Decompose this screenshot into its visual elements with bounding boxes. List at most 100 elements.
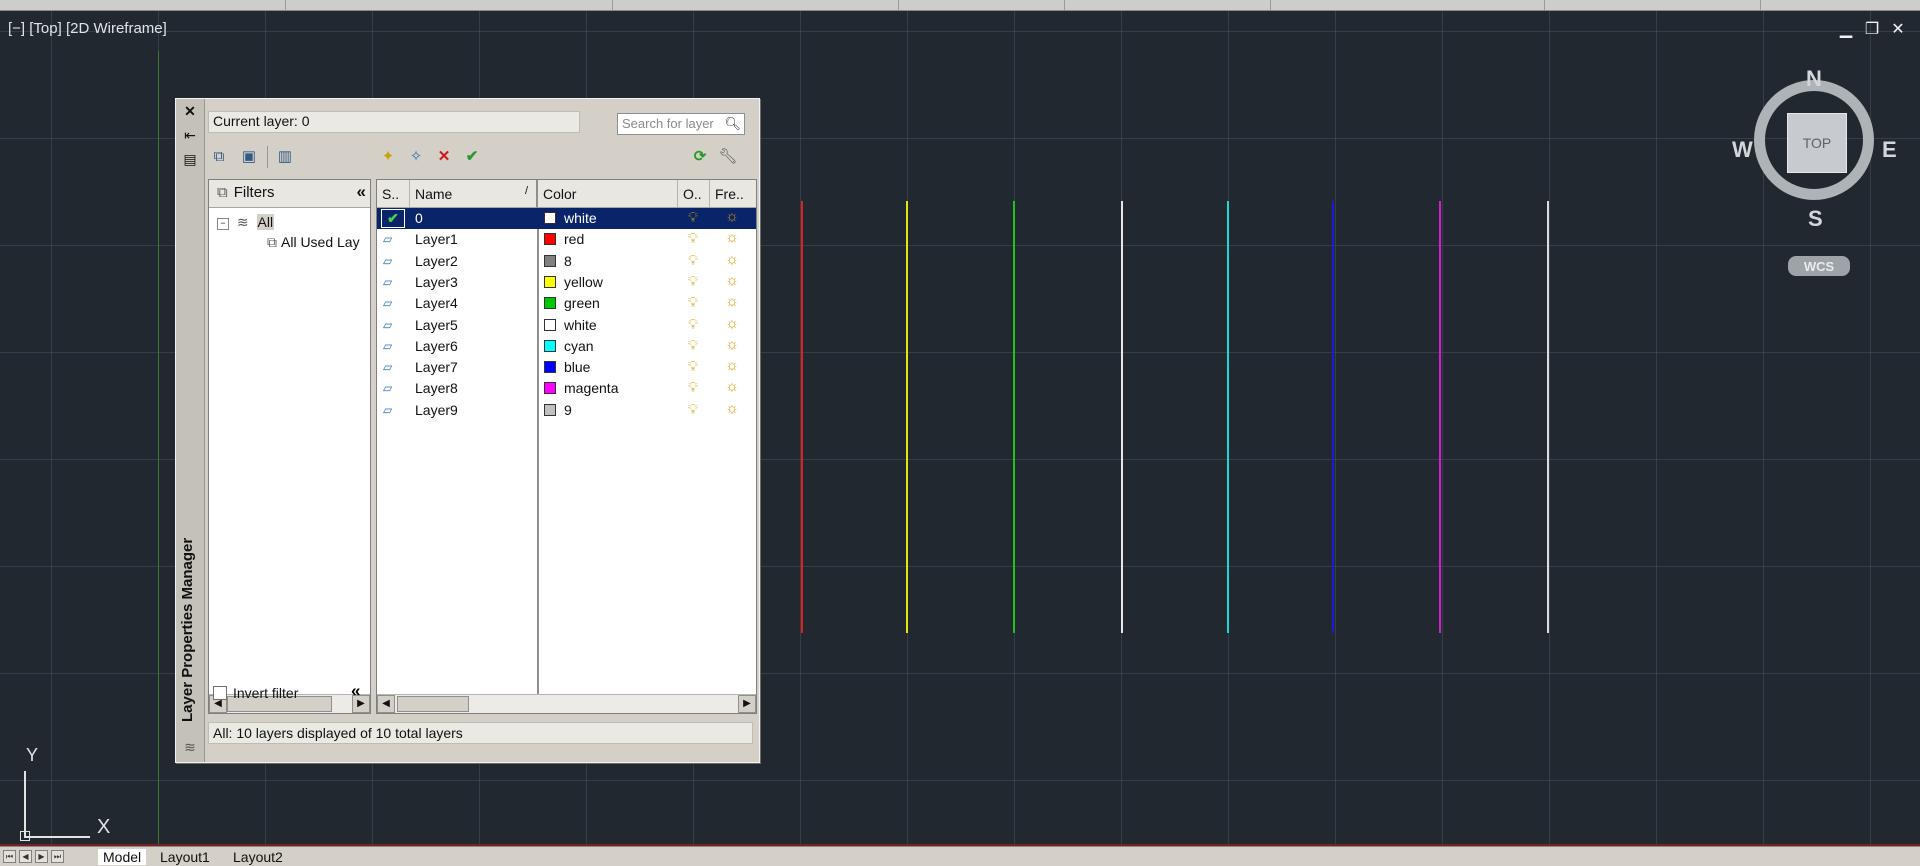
layer-name[interactable]: Layer4 — [415, 295, 458, 311]
sun-icon[interactable]: ☼ — [723, 293, 741, 310]
layer-color-name[interactable]: blue — [564, 359, 590, 375]
color-swatch[interactable] — [544, 382, 556, 395]
lightbulb-icon[interactable]: 💡︎ — [685, 273, 701, 290]
sun-icon[interactable]: ☼ — [723, 400, 741, 417]
layer-color-name[interactable]: magenta — [564, 380, 618, 396]
sun-icon[interactable]: ☼ — [723, 357, 741, 374]
layer-name[interactable]: Layer7 — [415, 359, 458, 375]
layer-status-icon[interactable]: ▱ — [383, 233, 401, 245]
layer-row[interactable]: ▱ Layer6 cyan 💡︎ ☼ — [377, 336, 756, 357]
layer-row[interactable]: ▱ Layer4 green 💡︎ ☼ — [377, 293, 756, 314]
layer-row[interactable]: ▱ Layer3 yellow 💡︎ ☼ — [377, 272, 756, 293]
column-color[interactable]: Color — [538, 180, 678, 208]
layer-name[interactable]: Layer9 — [415, 402, 458, 418]
layer-status-icon[interactable]: ▱ — [383, 361, 401, 373]
set-current-icon[interactable]: ✔ — [461, 146, 483, 168]
layer-name[interactable]: Layer8 — [415, 380, 458, 396]
layer-row[interactable]: ▱ Layer8 magenta 💡︎ ☼ — [377, 378, 756, 399]
layer-row[interactable]: ✔ 0 white 💡︎ ☼ — [377, 208, 756, 229]
autohide-icon[interactable]: ⇤ — [182, 127, 198, 143]
viewcube[interactable]: TOP N S E W — [1732, 66, 1900, 231]
color-swatch[interactable] — [544, 318, 556, 331]
layer-row[interactable]: ▱ Layer1 red 💡︎ ☼ — [377, 229, 756, 250]
layer-color-name[interactable]: cyan — [564, 338, 594, 354]
restore-icon[interactable]: ❐ — [1864, 19, 1880, 39]
column-name[interactable]: Name / — [410, 180, 538, 208]
layer-name[interactable]: Layer3 — [415, 274, 458, 290]
layer-color-name[interactable]: 8 — [564, 253, 572, 269]
color-swatch[interactable] — [544, 339, 556, 352]
layer-status-icon[interactable]: ▱ — [383, 297, 401, 309]
color-swatch[interactable] — [544, 297, 556, 310]
first-tab-icon[interactable]: ⏮ — [3, 850, 16, 863]
scroll-thumb[interactable] — [397, 696, 469, 712]
layer-name[interactable]: 0 — [415, 210, 423, 226]
layer-list-pane[interactable]: S.. Name / Color O.. Fre.. ✔ 0 white 💡︎ ☼ ▱ La… — [376, 179, 757, 714]
lightbulb-icon[interactable]: 💡︎ — [685, 401, 701, 418]
column-status[interactable]: S.. — [377, 180, 410, 208]
drawing-line[interactable] — [1121, 201, 1123, 633]
new-property-filter-icon[interactable]: ⧉ — [208, 146, 230, 168]
minimize-icon[interactable]: ▁ — [1838, 19, 1854, 39]
color-swatch[interactable] — [544, 275, 556, 288]
layer-status-icon[interactable]: ▱ — [383, 382, 401, 394]
settings-wrench-icon[interactable]: 🔧︎ — [717, 146, 739, 168]
properties-menu-icon[interactable]: ▤ — [182, 151, 198, 167]
drawing-line[interactable] — [906, 201, 908, 633]
color-swatch[interactable] — [544, 254, 556, 267]
tree-node-all-used[interactable]: ⧉ All Used Lay — [267, 234, 360, 251]
layer-row[interactable]: ▱ Layer7 blue 💡︎ ☼ — [377, 357, 756, 378]
sun-icon[interactable]: ☼ — [723, 208, 741, 225]
next-tab-icon[interactable]: ▶ — [35, 850, 48, 863]
tab-layout1[interactable]: Layout1 — [160, 849, 210, 865]
layer-list-scrollbar[interactable]: ◀ ▶ — [377, 694, 756, 713]
palette-titlebar[interactable]: ✕ ⇤ ▤ Layer Properties Manager ≋ — [176, 99, 205, 762]
drawing-line[interactable] — [801, 201, 803, 633]
sun-icon[interactable]: ☼ — [723, 229, 741, 246]
new-layer-vp-frozen-icon[interactable]: ✧ — [405, 146, 427, 168]
layer-states-manager-icon[interactable]: ▥ — [274, 146, 296, 168]
drawing-line[interactable] — [1332, 201, 1334, 633]
compass-north[interactable]: N — [1806, 66, 1822, 92]
drawing-line[interactable] — [1547, 201, 1549, 633]
layer-name[interactable]: Layer2 — [415, 253, 458, 269]
layer-status-icon[interactable]: ▱ — [383, 255, 401, 267]
compass-east[interactable]: E — [1882, 137, 1897, 163]
color-swatch[interactable] — [544, 361, 556, 374]
layer-color-name[interactable]: white — [564, 317, 597, 333]
layer-status-icon[interactable]: ▱ — [383, 340, 401, 352]
layer-row[interactable]: ▱ Layer5 white 💡︎ ☼ — [377, 315, 756, 336]
prev-tab-icon[interactable]: ◀ — [19, 850, 32, 863]
invert-filter-checkbox[interactable] — [213, 686, 227, 700]
scroll-left-icon[interactable]: ◀ — [377, 695, 395, 713]
layer-name[interactable]: Layer6 — [415, 338, 458, 354]
layer-status-icon[interactable]: ▱ — [383, 404, 401, 416]
sun-icon[interactable]: ☼ — [723, 378, 741, 395]
compass-south[interactable]: S — [1808, 206, 1823, 232]
layer-color-name[interactable]: white — [564, 210, 597, 226]
new-layer-icon[interactable]: ✦ — [377, 146, 399, 168]
lightbulb-icon[interactable]: 💡︎ — [685, 358, 701, 375]
collapse-filters-bottom-icon[interactable]: « — [351, 681, 360, 701]
new-group-filter-icon[interactable]: ▣ — [238, 146, 260, 168]
current-layer-check-icon[interactable]: ✔ — [381, 209, 405, 228]
lightbulb-icon[interactable]: 💡︎ — [685, 252, 701, 269]
search-layer-input[interactable]: Search for layer 🔍︎ — [617, 113, 745, 135]
refresh-icon[interactable]: ⟳ — [689, 146, 711, 168]
color-swatch[interactable] — [544, 212, 556, 224]
tab-layout2[interactable]: Layout2 — [233, 849, 283, 865]
layer-color-name[interactable]: green — [564, 295, 600, 311]
sun-icon[interactable]: ☼ — [723, 315, 741, 332]
tab-model[interactable]: Model — [98, 849, 147, 865]
layer-name[interactable]: Layer1 — [415, 231, 458, 247]
collapse-filters-icon[interactable]: « — [357, 182, 366, 202]
viewcube-top-face[interactable]: TOP — [1787, 113, 1847, 173]
sun-icon[interactable]: ☼ — [723, 272, 741, 289]
tree-node-all[interactable]: − ≋ All — [217, 214, 275, 231]
filter-tree-pane[interactable]: ⧉ Filters « − ≋ All ⧉ All Used Lay ◀ ▶ — [208, 179, 371, 714]
layer-status-icon[interactable]: ▱ — [383, 319, 401, 331]
lightbulb-icon[interactable]: 💡︎ — [685, 379, 701, 396]
lightbulb-icon[interactable]: 💡︎ — [685, 316, 701, 333]
scroll-right-icon[interactable]: ▶ — [738, 695, 756, 713]
layer-color-name[interactable]: red — [564, 231, 584, 247]
